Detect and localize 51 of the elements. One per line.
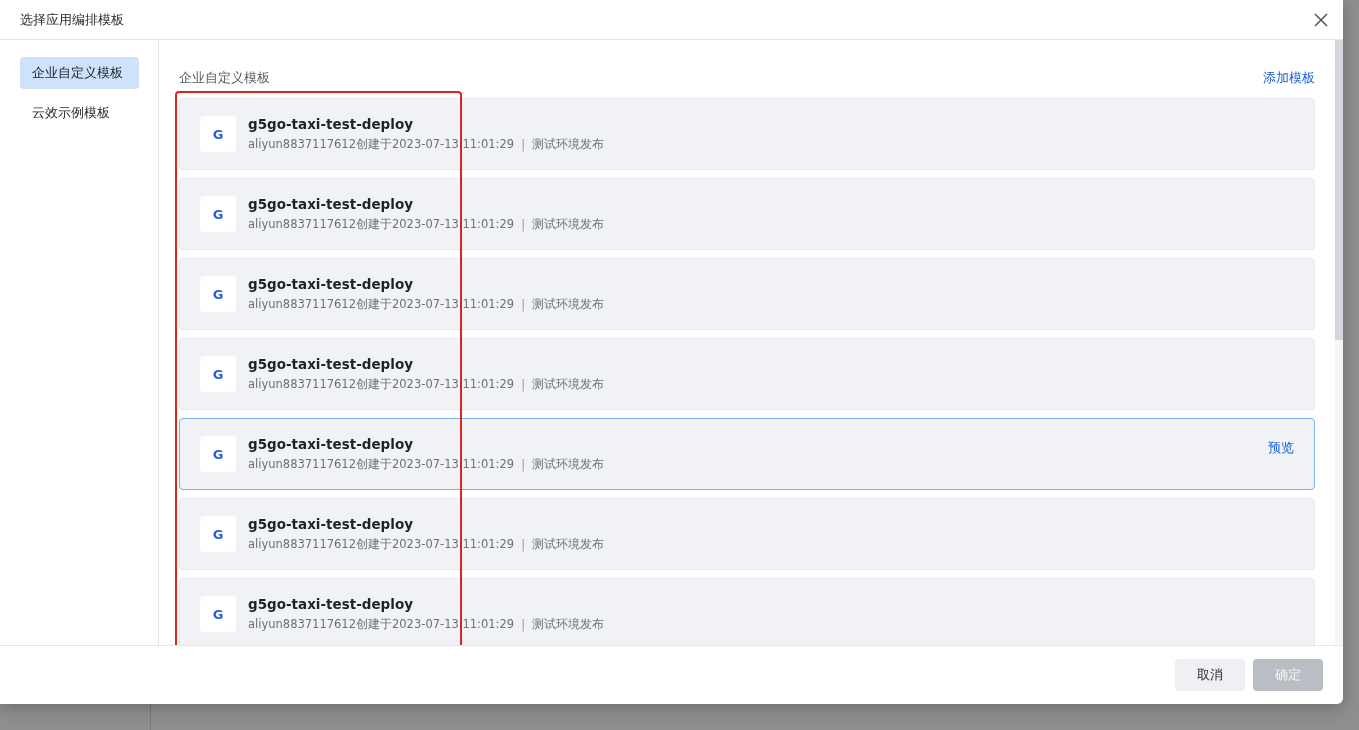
template-card[interactable]: G g5go-taxi-test-deploy aliyun8837117612创建于2023-07-13 11:01:29 | 测试环境发布	[179, 338, 1315, 410]
template-tag: 测试环境发布	[532, 217, 604, 232]
template-tag: 测试环境发布	[532, 537, 604, 552]
sidebar-item[interactable]: 企业自定义模板	[20, 57, 139, 89]
template-card[interactable]: G g5go-taxi-test-deploy aliyun8837117612创建于2023-07-13 11:01:29 | 测试环境发布	[179, 258, 1315, 330]
template-tag: 测试环境发布	[532, 617, 604, 632]
template-name: g5go-taxi-test-deploy	[248, 356, 414, 372]
add-template-link[interactable]: 添加模板	[1263, 69, 1315, 87]
template-name: g5go-taxi-test-deploy	[248, 196, 414, 212]
template-name: g5go-taxi-test-deploy	[248, 116, 414, 132]
template-card[interactable]: G g5go-taxi-test-deploy aliyun8837117612创建于2023-07-13 11:01:29 | 测试环境发布	[179, 98, 1315, 170]
template-meta: aliyun8837117612创建于2023-07-13 11:01:29	[248, 297, 515, 312]
template-meta: aliyun8837117612创建于2023-07-13 11:01:29	[248, 377, 515, 392]
template-icon: G	[200, 196, 236, 232]
separator: |	[521, 457, 525, 472]
sidebar-item[interactable]: 云效示例模板	[20, 97, 139, 129]
separator: |	[521, 297, 525, 312]
separator: |	[521, 377, 525, 392]
separator: |	[521, 137, 525, 152]
separator: |	[521, 617, 525, 632]
scrollbar-thumb[interactable]	[1335, 40, 1343, 340]
template-card[interactable]: G g5go-taxi-test-deploy aliyun8837117612创建于2023-07-13 11:01:29 | 测试环境发布	[179, 498, 1315, 570]
template-tag: 测试环境发布	[532, 137, 604, 152]
template-icon: G	[200, 276, 236, 312]
template-meta: aliyun8837117612创建于2023-07-13 11:01:29	[248, 137, 515, 152]
section-title: 企业自定义模板	[179, 69, 270, 87]
template-card[interactable]: G g5go-taxi-test-deploy aliyun8837117612创建于2023-07-13 11:01:29 | 测试环境发布	[179, 578, 1315, 645]
template-icon: G	[200, 436, 236, 472]
close-icon[interactable]	[1314, 12, 1328, 27]
separator: |	[521, 217, 525, 232]
template-meta: aliyun8837117612创建于2023-07-13 11:01:29	[248, 537, 515, 552]
template-card[interactable]: G g5go-taxi-test-deploy aliyun8837117612创建于2023-07-13 11:01:29 | 测试环境发布 预览	[179, 418, 1315, 490]
template-meta: aliyun8837117612创建于2023-07-13 11:01:29	[248, 457, 515, 472]
template-tag: 测试环境发布	[532, 457, 604, 472]
template-name: g5go-taxi-test-deploy	[248, 436, 414, 452]
template-meta: aliyun8837117612创建于2023-07-13 11:01:29	[248, 217, 515, 232]
template-icon: G	[200, 596, 236, 632]
template-name: g5go-taxi-test-deploy	[248, 516, 414, 532]
preview-link[interactable]: 预览	[1268, 439, 1294, 457]
template-card[interactable]: G g5go-taxi-test-deploy aliyun8837117612创建于2023-07-13 11:01:29 | 测试环境发布	[179, 178, 1315, 250]
cancel-button[interactable]: 取消	[1175, 659, 1245, 691]
template-tag: 测试环境发布	[532, 377, 604, 392]
template-icon: G	[200, 116, 236, 152]
template-icon: G	[200, 516, 236, 552]
separator: |	[521, 537, 525, 552]
template-meta: aliyun8837117612创建于2023-07-13 11:01:29	[248, 617, 515, 632]
template-name: g5go-taxi-test-deploy	[248, 596, 414, 612]
dialog-title: 选择应用编排模板	[20, 10, 124, 29]
template-tag: 测试环境发布	[532, 297, 604, 312]
template-icon: G	[200, 356, 236, 392]
template-name: g5go-taxi-test-deploy	[248, 276, 414, 292]
